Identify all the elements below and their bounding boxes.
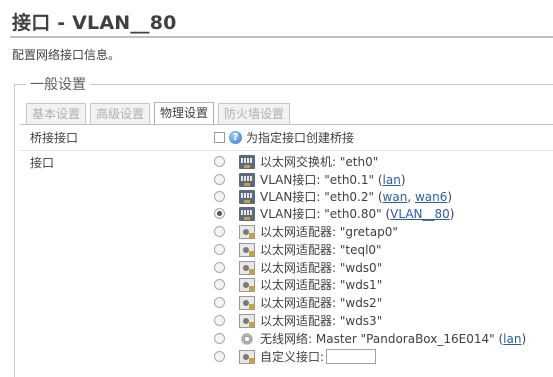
ethernet-adapter-icon <box>239 313 255 328</box>
ethernet-port-icon <box>239 189 255 204</box>
ethernet-adapter-icon <box>239 277 255 292</box>
interface-text: 无线网络: Master "PandoraBox_16E014" <box>260 332 495 346</box>
interface-text: VLAN接口: "eth0.80" <box>260 207 382 221</box>
interface-text: 以太网适配器: "teql0" <box>260 243 382 257</box>
interface-text: 以太网适配器: "wds3" <box>260 314 383 328</box>
interface-row-eth0-80: VLAN接口: "eth0.80" (VLAN__80) <box>214 205 454 222</box>
interface-radio[interactable] <box>214 174 225 185</box>
interface-text: 以太网适配器: "wds0" <box>260 261 383 275</box>
ethernet-port-icon <box>239 172 255 187</box>
network-link-lan[interactable]: lan <box>503 332 521 346</box>
bridge-row: ? 为指定接口创建桥接 <box>214 129 354 146</box>
tab-basic[interactable]: 基本设置 <box>26 103 87 124</box>
network-link-lan[interactable]: lan <box>383 173 401 187</box>
interface-radio[interactable] <box>214 191 225 202</box>
page-description: 配置网络接口信息。 <box>12 48 121 62</box>
interface-radio[interactable] <box>214 351 225 362</box>
network-link-wan[interactable]: wan <box>383 190 408 204</box>
section-legend: 一般设置 <box>26 74 90 94</box>
network-link-wan6[interactable]: wan6 <box>415 190 447 204</box>
interface-row-wds2: 以太网适配器: "wds2" <box>214 294 382 311</box>
interface-row-wds3: 以太网适配器: "wds3" <box>214 312 382 329</box>
interface-row-wireless: 无线网络: Master "PandoraBox_16E014" (lan) <box>214 330 526 347</box>
ethernet-adapter-icon <box>239 295 255 310</box>
ethernet-adapter-icon <box>239 224 255 239</box>
interface-text: 以太网适配器: "wds1" <box>260 278 383 292</box>
interface-radio[interactable] <box>214 315 225 326</box>
interface-radio[interactable] <box>214 333 225 344</box>
ethernet-adapter-icon <box>239 260 255 275</box>
ethernet-adapter-icon <box>239 242 255 257</box>
interface-text: 以太网适配器: "wds2" <box>260 296 383 310</box>
interface-row-wds0: 以太网适配器: "wds0" <box>214 259 382 276</box>
interface-row-eth0: 以太网交换机: "eth0" <box>214 153 378 170</box>
tab-physical[interactable]: 物理设置 <box>154 102 215 125</box>
wireless-icon <box>239 331 255 346</box>
interface-radio-selected[interactable] <box>214 208 225 219</box>
interface-row-custom: 自定义接口: <box>214 348 377 365</box>
custom-interface-input[interactable] <box>326 349 377 364</box>
help-icon[interactable]: ? <box>229 131 242 144</box>
tab-firewall[interactable]: 防火墙设置 <box>218 103 291 124</box>
interface-row-wds1: 以太网适配器: "wds1" <box>214 276 382 293</box>
interface-label: 接口 <box>30 156 55 170</box>
interface-row-eth0-2: VLAN接口: "eth0.2" (wan, wan6) <box>214 188 452 205</box>
custom-interface-icon <box>239 349 255 364</box>
page-title: 接口 - VLAN__80 <box>10 10 553 38</box>
interface-text: 以太网交换机: "eth0" <box>260 155 379 169</box>
interface-radio[interactable] <box>214 279 225 290</box>
interface-row-gretap0: 以太网适配器: "gretap0" <box>214 223 398 240</box>
interface-radio[interactable] <box>214 156 225 167</box>
ethernet-port-icon <box>239 206 255 221</box>
bridge-label: 桥接接口 <box>30 131 79 145</box>
interface-radio[interactable] <box>214 297 225 308</box>
ethernet-switch-icon <box>239 154 255 169</box>
interface-radio[interactable] <box>214 226 225 237</box>
interface-text: VLAN接口: "eth0.1" <box>260 173 375 187</box>
interface-radio[interactable] <box>214 262 225 273</box>
interface-row-teql0: 以太网适配器: "teql0" <box>214 241 382 258</box>
settings-tabs: 基本设置 高级设置 物理设置 防火墙设置 <box>26 102 291 125</box>
interface-text: 以太网适配器: "gretap0" <box>260 225 398 239</box>
interface-row-eth0-1: VLAN接口: "eth0.1" (lan) <box>214 171 406 188</box>
interface-radio[interactable] <box>214 244 225 255</box>
row-separator <box>20 150 553 151</box>
network-link-vlan80[interactable]: VLAN__80 <box>390 207 450 221</box>
tab-divider <box>20 124 553 125</box>
interface-text: 自定义接口: <box>260 350 325 364</box>
tab-advanced[interactable]: 高级设置 <box>90 103 151 124</box>
bridge-checkbox[interactable] <box>214 132 225 143</box>
interface-text: VLAN接口: "eth0.2" <box>260 190 375 204</box>
bridge-checkbox-text: 为指定接口创建桥接 <box>246 131 355 145</box>
